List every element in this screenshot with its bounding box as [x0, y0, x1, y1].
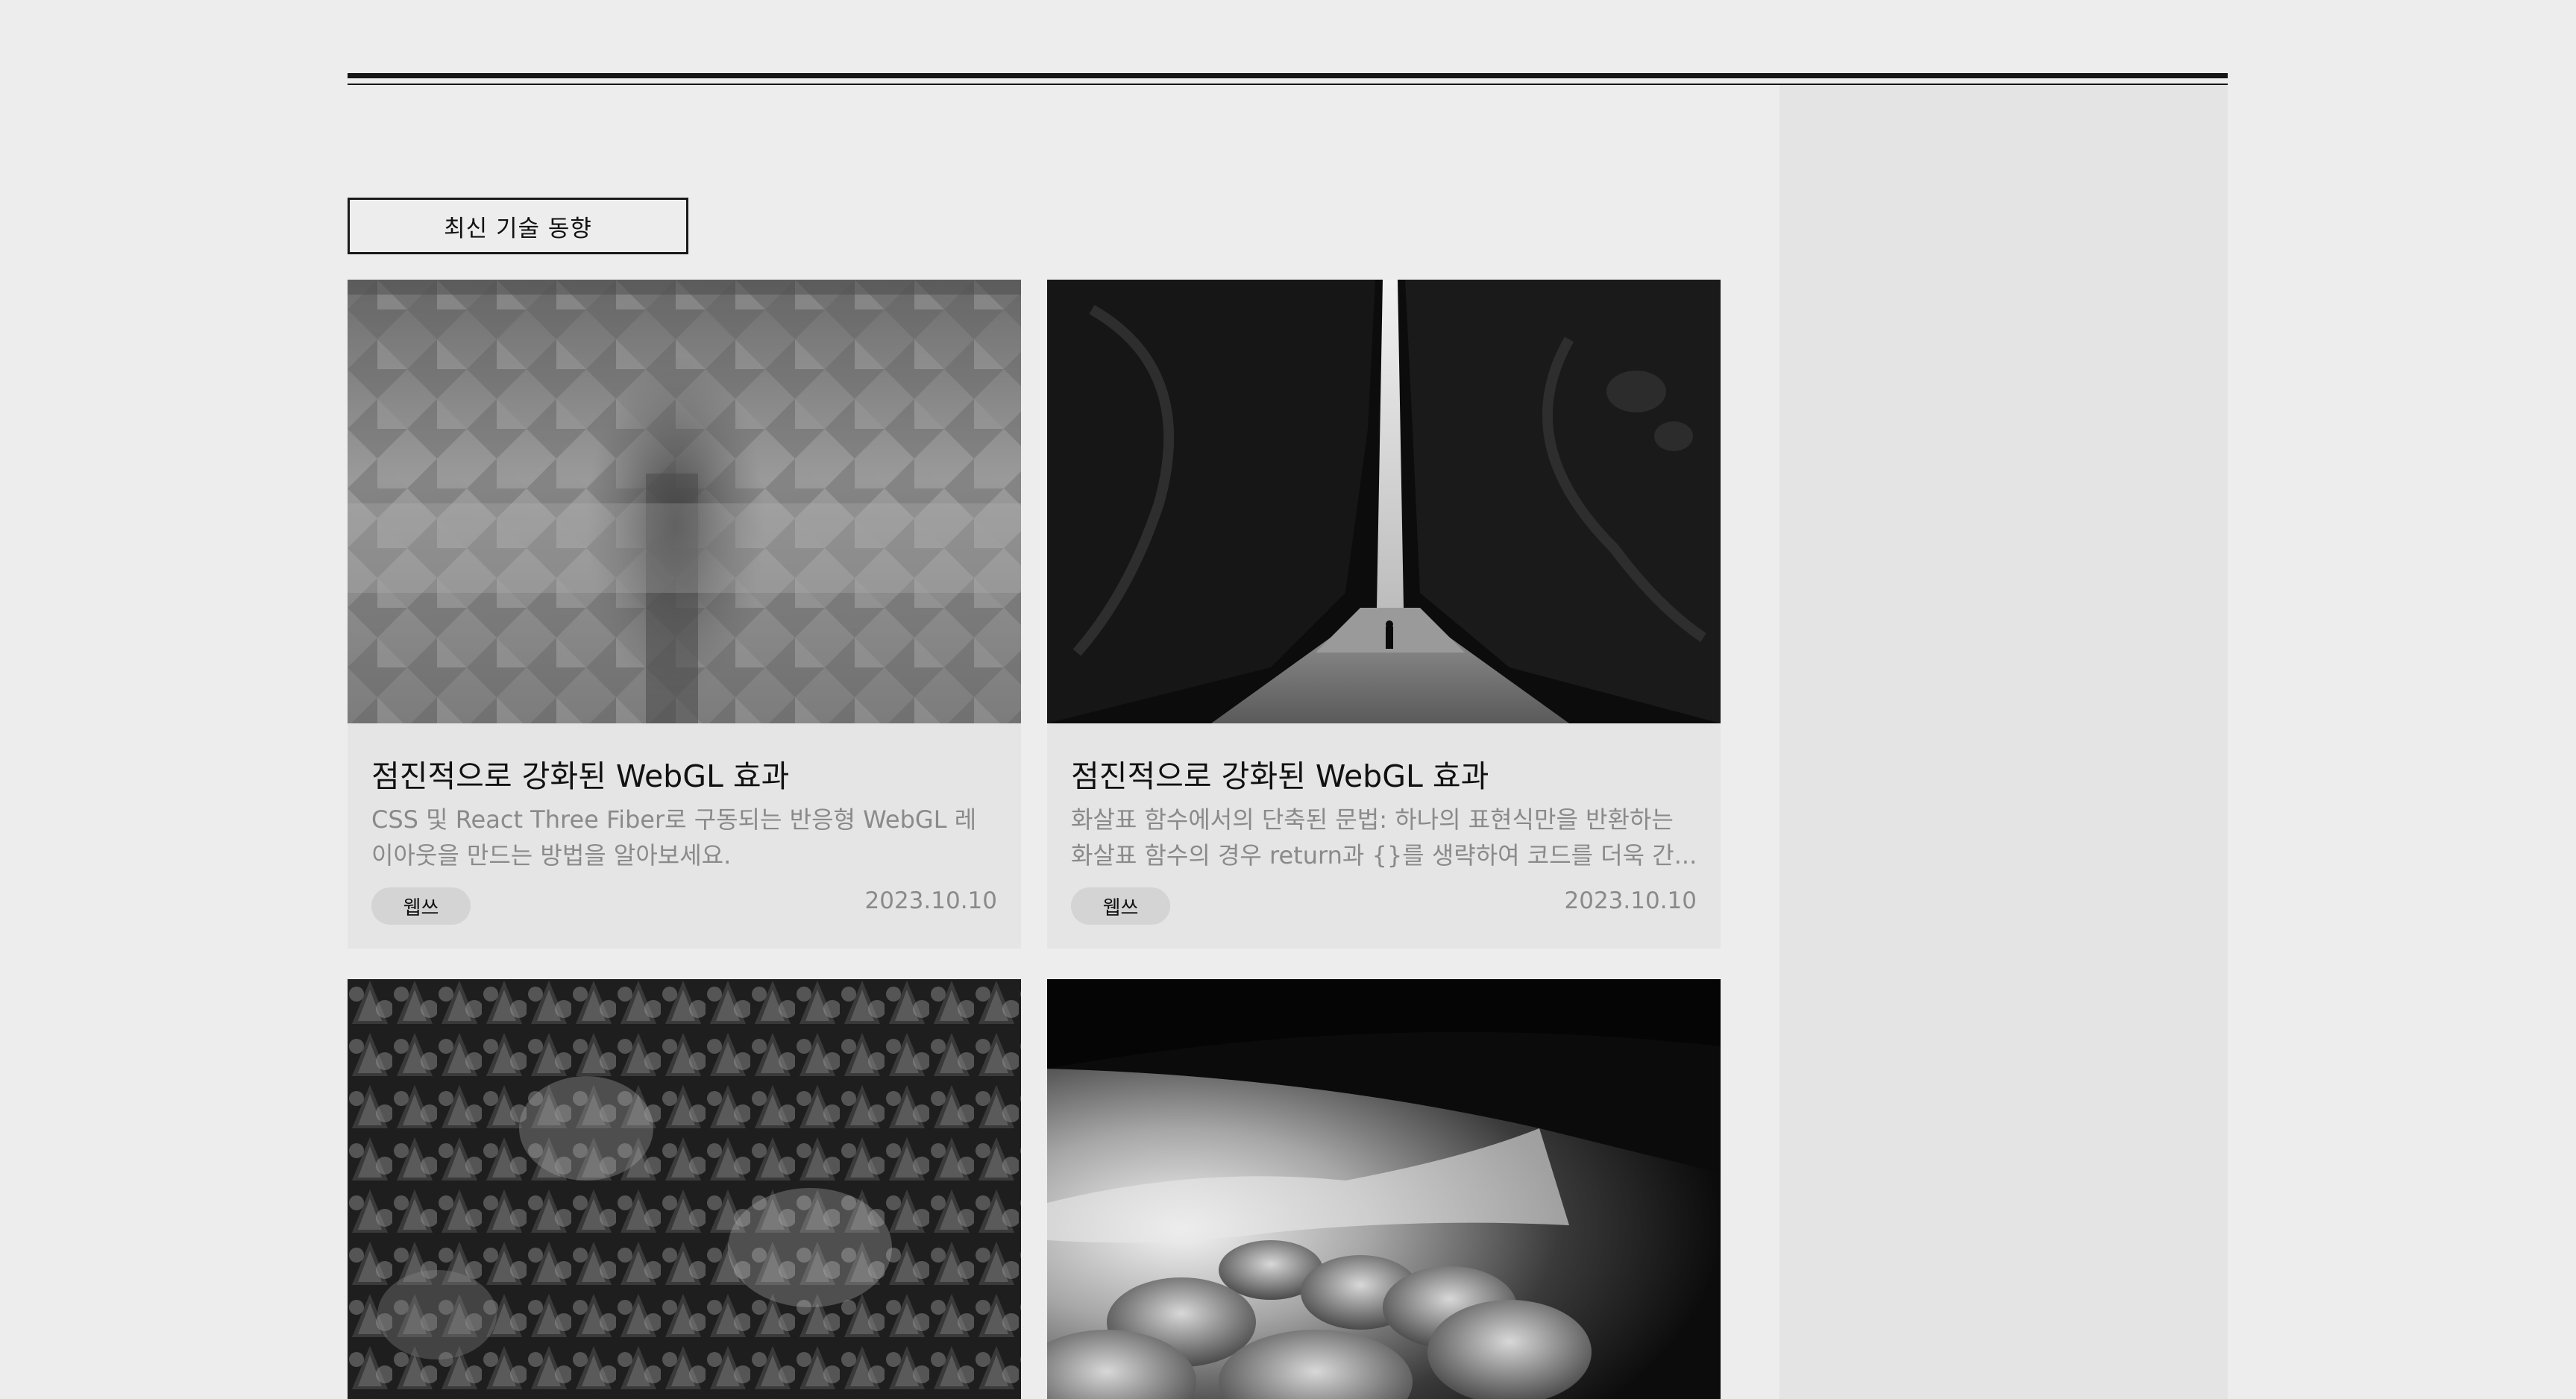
article-card[interactable]: 점진적으로 강화된 WebGL 효과 CSS 및 React Three Fib…	[348, 280, 1021, 949]
card-footer: 웹쓰 2023.10.10	[1071, 887, 1697, 925]
card-title[interactable]: 점진적으로 강화된 WebGL 효과	[371, 751, 789, 796]
header-rule-thick	[348, 73, 2228, 78]
article-card[interactable]	[348, 979, 1021, 1399]
category-tag[interactable]: 웹쓰	[371, 887, 471, 925]
card-title[interactable]: 점진적으로 강화된 WebGL 효과	[1071, 751, 1489, 796]
card-thumbnail-clouds[interactable]	[1047, 979, 1721, 1399]
sidebar	[1779, 85, 2228, 1399]
card-description: 화살표 함수에서의 단축된 문법: 하나의 표현식만을 반환하는 화살표 함수의…	[1071, 805, 1697, 870]
card-description: CSS 및 React Three Fiber로 구동되는 반응형 WebGL …	[371, 805, 977, 870]
article-card[interactable]	[1047, 979, 1721, 1399]
post-date: 2023.10.10	[1564, 887, 1697, 914]
card-thumbnail-forest[interactable]	[348, 979, 1021, 1399]
card-thumbnail-canyon[interactable]	[1047, 280, 1721, 723]
section-label-text: 최신 기술 동향	[444, 215, 592, 242]
section-label[interactable]: 최신 기술 동향	[348, 198, 688, 254]
card-thumbnail-glass-pattern[interactable]	[348, 280, 1021, 723]
post-date: 2023.10.10	[864, 887, 998, 914]
card-footer: 웹쓰 2023.10.10	[371, 887, 997, 925]
category-tag[interactable]: 웹쓰	[1071, 887, 1170, 925]
page: 최신 기술 동향 점진적으로 강화된 WebGL 효과 CSS 및 React …	[0, 0, 2576, 1399]
article-card[interactable]: 점진적으로 강화된 WebGL 효과 화살표 함수에서의 단축된 문법: 하나의…	[1047, 280, 1721, 949]
